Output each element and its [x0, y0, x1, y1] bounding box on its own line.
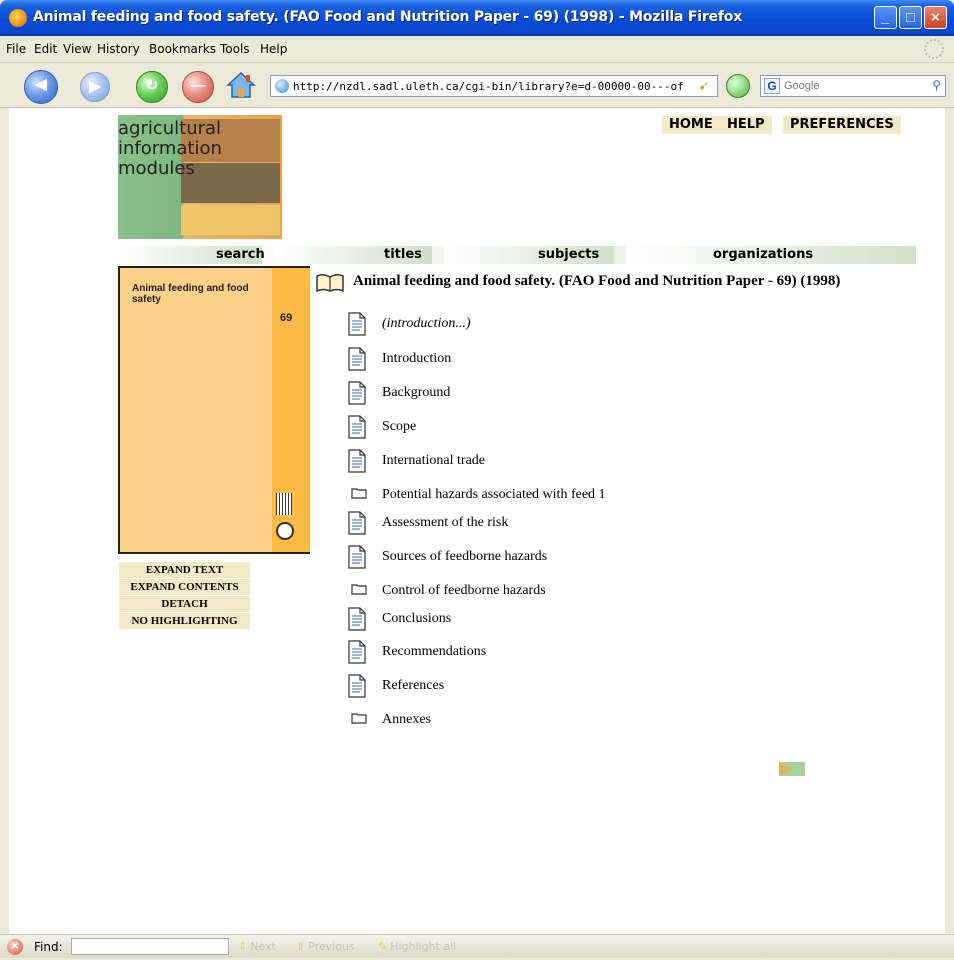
cover-title: Animal feeding and food safety: [132, 283, 249, 305]
menu-edit[interactable]: Edit: [34, 42, 57, 56]
site-globe-icon: [275, 79, 289, 93]
up-arrow-icon: ⇧: [296, 940, 306, 953]
toc-item-label[interactable]: (introduction...): [382, 316, 471, 332]
preferences-link[interactable]: PREFERENCES: [783, 116, 901, 134]
cover-barcode: [276, 493, 292, 515]
url-input[interactable]: [293, 78, 683, 94]
fao-logo-icon: [276, 522, 294, 540]
collection-nav-bar: search titles subjects organizations: [118, 246, 916, 264]
close-button[interactable]: ×: [924, 6, 947, 29]
throbber-icon: [924, 39, 944, 59]
toc-item-label[interactable]: Background: [382, 385, 450, 401]
menu-history[interactable]: History: [97, 42, 140, 56]
logo-inset-band: [181, 205, 280, 235]
find-next-button[interactable]: ⇩ Next: [238, 940, 276, 953]
nav-organizations[interactable]: organizations: [713, 247, 813, 262]
forward-button[interactable]: ▶: [80, 72, 110, 102]
title-bar: Animal feeding and food safety. (FAO Foo…: [0, 0, 954, 36]
toc-item-label[interactable]: Scope: [382, 419, 416, 435]
toc-item-label[interactable]: Annexes: [382, 712, 431, 728]
stop-button[interactable]: —: [182, 71, 214, 103]
nav-search[interactable]: search: [216, 247, 265, 262]
document-cover[interactable]: Animal feeding and food safety 69: [118, 266, 310, 554]
cover-number: 69: [280, 312, 293, 324]
find-bar: ✕ Find: ⇩ Next ⇧ Previous ✎ Highlight all: [0, 934, 954, 959]
search-icon[interactable]: ⚲: [932, 78, 941, 92]
reload-icon: ↻: [145, 77, 159, 94]
reload-button[interactable]: ↻: [136, 71, 168, 103]
menu-bar: File Edit View History Bookmarks Tools H…: [0, 36, 954, 63]
home-link[interactable]: HOME: [662, 116, 720, 134]
down-arrow-icon: ⇩: [238, 940, 248, 953]
maximize-button[interactable]: □: [899, 6, 922, 29]
go-button[interactable]: [726, 74, 750, 98]
toc-item-label[interactable]: Recommendations: [382, 644, 486, 660]
menu-bookmarks[interactable]: Bookmarks: [149, 42, 216, 56]
address-bar[interactable]: ➹: [270, 75, 718, 97]
toc-item-label[interactable]: Potential hazards associated with feed 1: [382, 487, 606, 503]
close-icon: ✕: [10, 941, 20, 952]
search-input[interactable]: [784, 78, 914, 94]
minimize-button[interactable]: _: [874, 6, 897, 29]
toc-item-label[interactable]: References: [382, 678, 444, 694]
bookmark-arrow-icon[interactable]: ➹: [695, 77, 713, 95]
nav-titles[interactable]: titles: [384, 247, 422, 262]
menu-tools[interactable]: Tools: [220, 42, 250, 56]
menu-view[interactable]: View: [63, 42, 91, 56]
toc-item-label[interactable]: International trade: [382, 453, 485, 469]
highlight-all-button[interactable]: ✎ Highlight all: [378, 940, 456, 953]
forward-arrow-icon: ▶: [89, 78, 101, 95]
toc-item-label[interactable]: Conclusions: [382, 611, 451, 627]
window-title: Animal feeding and food safety. (FAO Foo…: [33, 9, 743, 25]
site-logo[interactable]: agricultural information modules: [118, 115, 282, 239]
home-button[interactable]: [226, 71, 256, 99]
find-previous-button[interactable]: ⇧ Previous: [296, 940, 355, 953]
logo-text: agricultural information modules: [118, 118, 222, 179]
back-arrow-icon: ◀: [35, 76, 47, 93]
find-input[interactable]: [71, 938, 229, 955]
document-title: Animal feeding and food safety. (FAO Foo…: [353, 273, 841, 289]
find-label: Find:: [34, 940, 63, 954]
google-engine-icon[interactable]: G: [764, 78, 780, 94]
find-close-button[interactable]: ✕: [7, 939, 23, 955]
no-highlighting-button[interactable]: NO HIGHLIGHTING: [119, 613, 250, 630]
open-book-icon[interactable]: [315, 273, 345, 293]
highlighter-icon: ✎: [378, 940, 388, 953]
back-button[interactable]: ◀: [24, 70, 58, 104]
toc-item-label[interactable]: Sources of feedborne hazards: [382, 549, 547, 565]
stop-icon: —: [190, 77, 206, 94]
next-page-arrow-icon[interactable]: [777, 760, 807, 778]
nav-subjects[interactable]: subjects: [538, 247, 599, 262]
toc-item-label[interactable]: Introduction: [382, 351, 451, 367]
help-link[interactable]: HELP: [720, 116, 772, 134]
menu-help[interactable]: Help: [260, 42, 287, 56]
expand-contents-button[interactable]: EXPAND CONTENTS: [119, 579, 250, 596]
browser-window: Animal feeding and food safety. (FAO Foo…: [0, 0, 954, 960]
toc-item-label[interactable]: Control of feedborne hazards: [382, 583, 546, 599]
navigation-toolbar: ◀ ▶ ↻ — ➹ G ⚲: [0, 63, 954, 108]
toc-item-label[interactable]: Assessment of the risk: [382, 515, 508, 531]
detach-button[interactable]: DETACH: [119, 596, 250, 613]
expand-text-button[interactable]: EXPAND TEXT: [119, 562, 250, 579]
page-content: agricultural information modules HOME HE…: [9, 108, 945, 934]
firefox-logo-icon: [9, 9, 27, 27]
menu-file[interactable]: File: [6, 42, 26, 56]
search-box[interactable]: G ⚲: [760, 75, 946, 97]
